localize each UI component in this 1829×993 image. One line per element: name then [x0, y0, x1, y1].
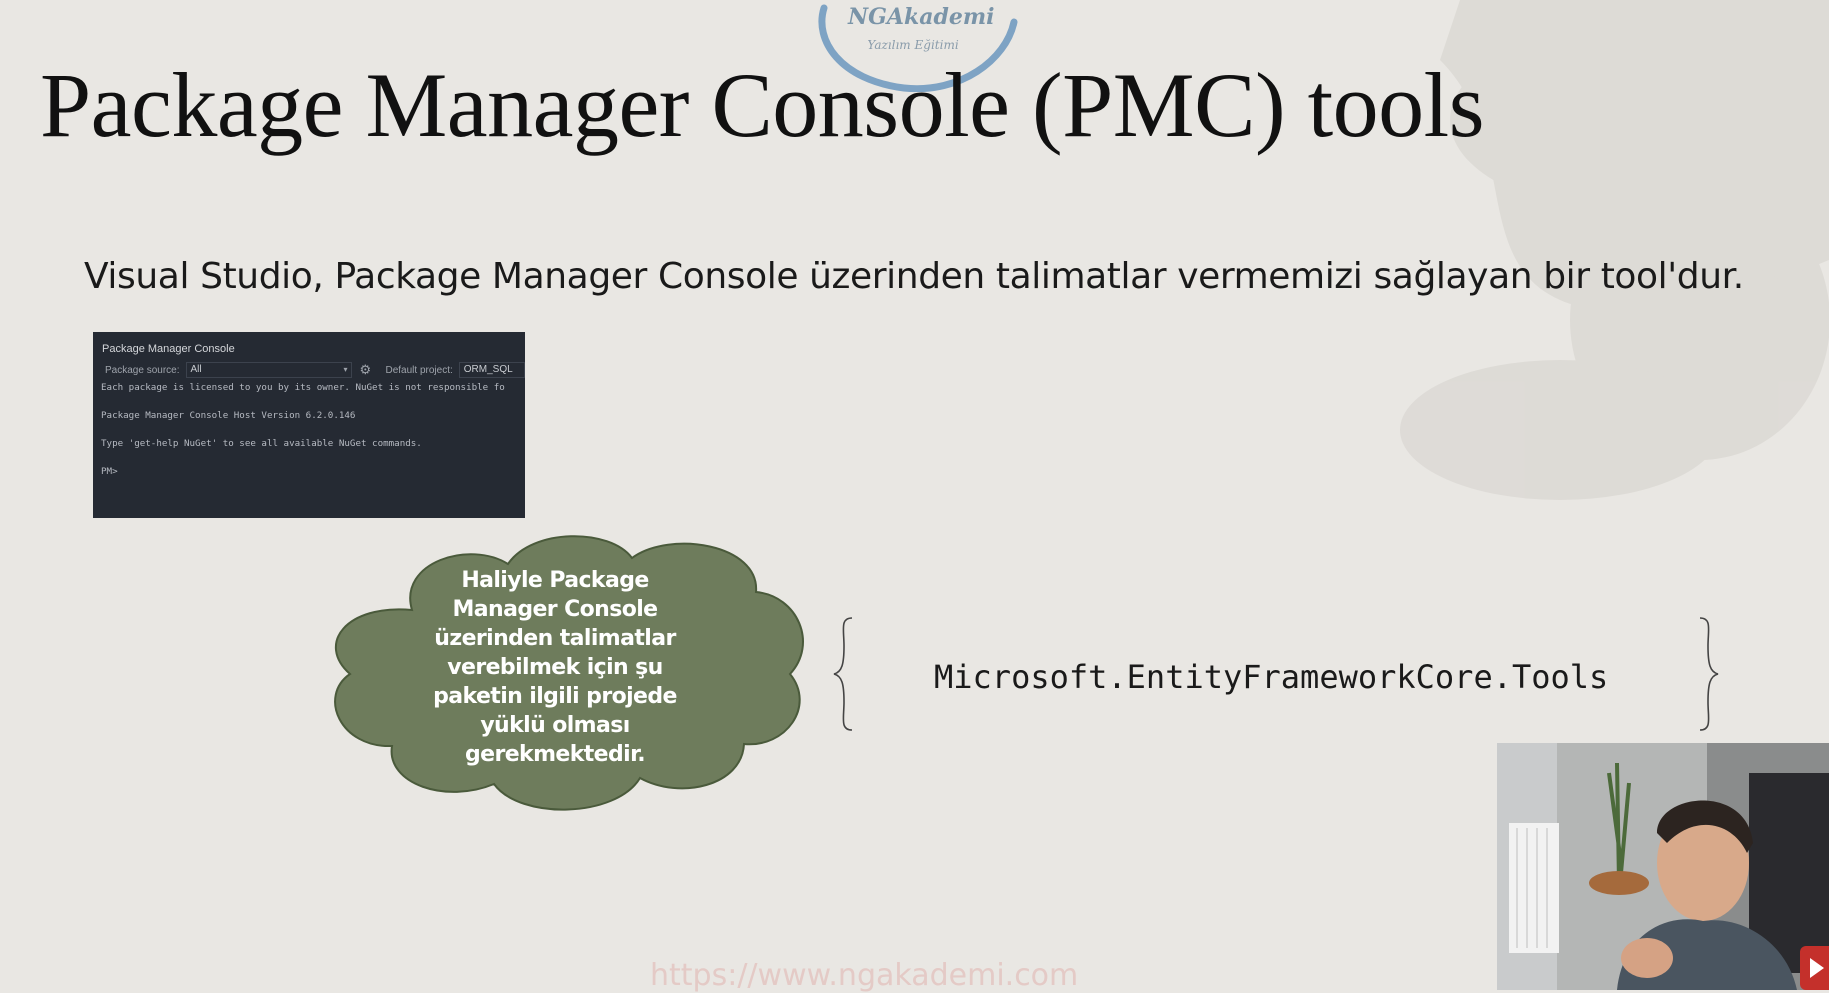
cloud-line: üzerinden talimatlar	[434, 626, 676, 651]
play-icon[interactable]	[1800, 940, 1829, 990]
right-brace	[1699, 617, 1719, 731]
slide-subtitle: Visual Studio, Package Manager Console ü…	[84, 256, 1744, 297]
console-prompt: PM>	[101, 466, 118, 477]
console-line: Type 'get-help NuGet' to see all availab…	[101, 438, 422, 449]
cloud-line: Haliyle Package	[461, 568, 649, 593]
left-brace	[833, 617, 853, 731]
gear-icon: ⚙	[359, 362, 372, 377]
cloud-line: yüklü olması	[480, 713, 630, 738]
package-source-label: Package source:	[105, 364, 180, 376]
cloud-line: paketin ilgili projede	[433, 684, 677, 709]
console-line: Package Manager Console Host Version 6.2…	[101, 410, 356, 421]
default-project-select: ORM_SQL	[458, 362, 525, 378]
cloud-line: Manager Console	[452, 597, 658, 622]
console-line: Each package is licensed to you by its o…	[101, 382, 505, 393]
webcam-overlay	[1497, 743, 1829, 990]
webcam-image	[1497, 743, 1829, 990]
website-watermark: https://www.ngakademi.com	[650, 958, 1079, 993]
default-project-label: Default project:	[385, 364, 453, 376]
cloud-line: verebilmek için şu	[447, 655, 663, 680]
logo-subtitle: Yazılım Eğitimi	[867, 38, 959, 52]
cloud-text: Haliyle Package Manager Console üzerinde…	[410, 566, 700, 769]
pmc-title: Package Manager Console	[102, 343, 235, 355]
pmc-toolbar: Package source: All ▾ ⚙ Default project:…	[93, 359, 525, 381]
pmc-screenshot: Package Manager Console Package source: …	[93, 332, 525, 518]
package-name: Microsoft.EntityFrameworkCore.Tools	[934, 658, 1609, 696]
package-source-value: All	[190, 364, 202, 375]
logo-title: NGAkademi	[848, 4, 995, 30]
cloud-line: gerekmektedir.	[465, 742, 646, 767]
package-source-select: All ▾	[185, 362, 352, 378]
slide-title: Package Manager Console (PMC) tools	[40, 54, 1485, 156]
chevron-down-icon: ▾	[343, 365, 348, 374]
